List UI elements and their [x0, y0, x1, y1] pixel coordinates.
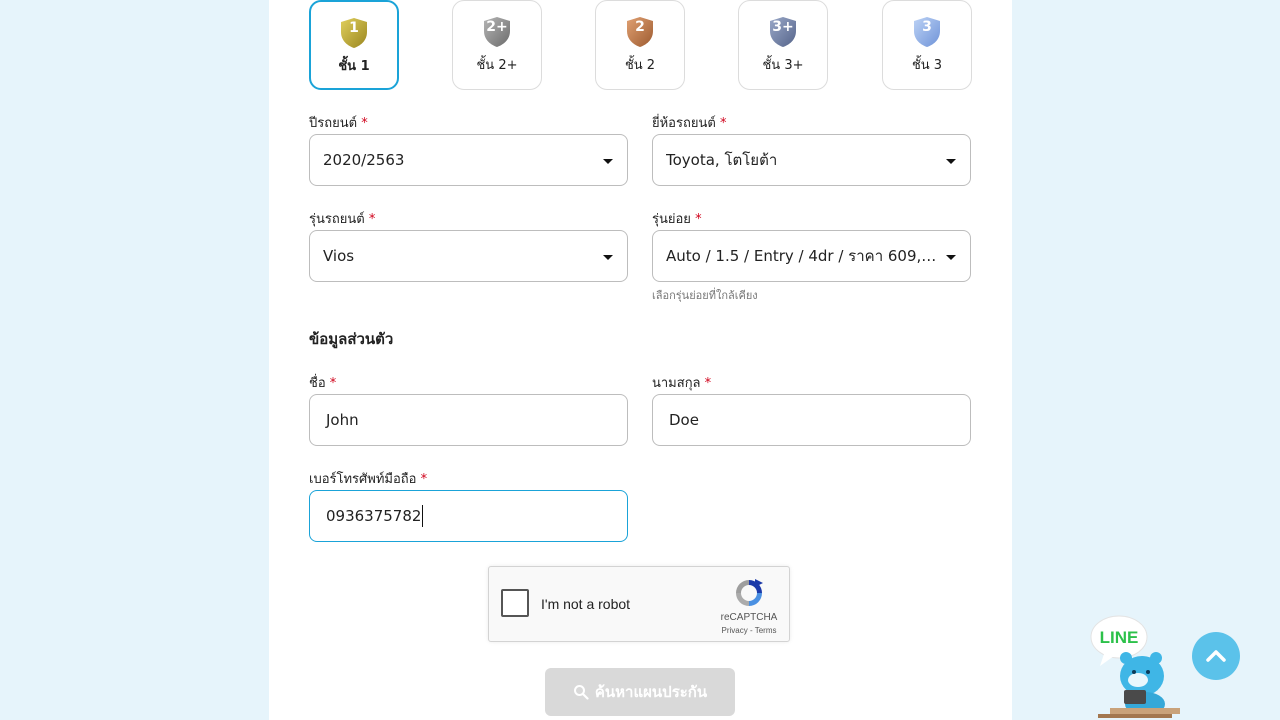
caret-down-icon [603, 159, 613, 164]
first-name-label: ชื่อ * [309, 372, 336, 393]
tier-3[interactable]: 3 ชั้น 3 [882, 0, 972, 90]
car-year-select[interactable]: 2020/2563 [309, 134, 628, 186]
recaptcha-brand: reCAPTCHA [720, 612, 778, 623]
submodel-hint: เลือกรุ่นย่อยที่ใกล้เคียง [652, 289, 758, 302]
phone-value: 0936375782 [326, 507, 422, 525]
tier-label: ชั้น 2+ [476, 58, 518, 73]
last-name-label: นามสกุล * [652, 372, 711, 393]
recaptcha-checkbox[interactable] [501, 589, 529, 617]
car-model-label-text: รุ่นรถยนต์ [309, 212, 365, 227]
car-model-value: Vios [323, 247, 355, 265]
recaptcha-widget: I'm not a robot reCAPTCHA Privacy - Term… [488, 566, 790, 642]
caret-down-icon [603, 255, 613, 260]
required-mark: * [368, 212, 376, 227]
car-submodel-select[interactable]: Auto / 1.5 / Entry / 4dr / ราคา 609,000 … [652, 230, 971, 282]
tier-2[interactable]: 2 ชั้น 2 [595, 0, 685, 90]
phone-input[interactable]: 0936375782 [309, 490, 628, 542]
text-cursor [422, 505, 424, 527]
car-year-label-text: ปีรถยนต์ [309, 116, 358, 131]
bronze-shield-icon: 2 [625, 16, 655, 48]
required-mark: * [361, 116, 368, 131]
silver-shield-icon: 2+ [482, 16, 512, 48]
car-model-select[interactable]: Vios [309, 230, 628, 282]
required-mark: * [719, 116, 727, 131]
tier-2-plus[interactable]: 2+ ชั้น 2+ [452, 0, 542, 90]
steel-shield-icon: 3+ [768, 16, 798, 48]
car-submodel-label-text: รุ่นย่อย [652, 212, 691, 227]
line-chat-mascot[interactable]: LINE [1090, 614, 1180, 720]
required-mark: * [329, 376, 337, 391]
tier-label: ชั้น 3+ [762, 58, 804, 73]
search-icon [573, 685, 589, 700]
blue-shield-icon: 3 [912, 16, 942, 48]
insurance-form-card: 1 ชั้น 1 2+ ชั้น 2+ 2 ชั้น 2 3+ ชั้น 3+ [269, 0, 1012, 720]
tier-1[interactable]: 1 ชั้น 1 [309, 0, 399, 90]
car-brand-label: ยี่ห้อรถยนต์ * [652, 112, 726, 133]
car-year-value: 2020/2563 [323, 151, 405, 169]
line-badge-text: LINE [1100, 628, 1139, 647]
required-mark: * [420, 472, 428, 487]
personal-info-title: ข้อมูลส่วนตัว [309, 330, 394, 348]
coverage-tier-selector: 1 ชั้น 1 2+ ชั้น 2+ 2 ชั้น 2 3+ ชั้น 3+ [309, 0, 972, 90]
car-submodel-label: รุ่นย่อย * [652, 208, 702, 229]
recaptcha-logo-icon [736, 579, 763, 606]
first-name-label-text: ชื่อ [309, 376, 326, 391]
last-name-label-text: นามสกุล [652, 376, 701, 391]
caret-down-icon [946, 255, 956, 260]
car-brand-select[interactable]: Toyota, โตโยต้า [652, 134, 971, 186]
required-mark: * [704, 376, 712, 391]
first-name-value: John [326, 411, 359, 429]
search-plans-button[interactable]: ค้นหาแผนประกัน [545, 668, 735, 716]
gold-shield-icon: 1 [339, 17, 369, 49]
car-brand-value: Toyota, โตโยต้า [666, 151, 778, 169]
tier-3-plus[interactable]: 3+ ชั้น 3+ [738, 0, 828, 90]
first-name-input[interactable]: John [309, 394, 628, 446]
tier-label: ชั้น 1 [338, 59, 370, 74]
chevron-up-icon [1206, 650, 1226, 662]
car-brand-label-text: ยี่ห้อรถยนต์ [652, 116, 716, 131]
phone-label: เบอร์โทรศัพท์มือถือ * [309, 468, 427, 489]
recaptcha-label: I'm not a robot [541, 596, 631, 612]
last-name-value: Doe [669, 411, 699, 429]
recaptcha-links[interactable]: Privacy - Terms [709, 626, 789, 635]
tier-label: ชั้น 3 [911, 58, 943, 73]
caret-down-icon [946, 159, 956, 164]
line-bear-icon: LINE [1090, 615, 1180, 718]
tier-label: ชั้น 2 [624, 58, 656, 73]
car-year-label: ปีรถยนต์ * [309, 112, 368, 133]
back-to-top-button[interactable] [1192, 632, 1240, 680]
car-model-label: รุ่นรถยนต์ * [309, 208, 375, 229]
search-plans-button-label: ค้นหาแผนประกัน [594, 683, 708, 701]
last-name-input[interactable]: Doe [652, 394, 971, 446]
required-mark: * [695, 212, 702, 227]
car-submodel-value: Auto / 1.5 / Entry / 4dr / ราคา 609,000 … [666, 247, 941, 265]
phone-label-text: เบอร์โทรศัพท์มือถือ [309, 472, 417, 487]
